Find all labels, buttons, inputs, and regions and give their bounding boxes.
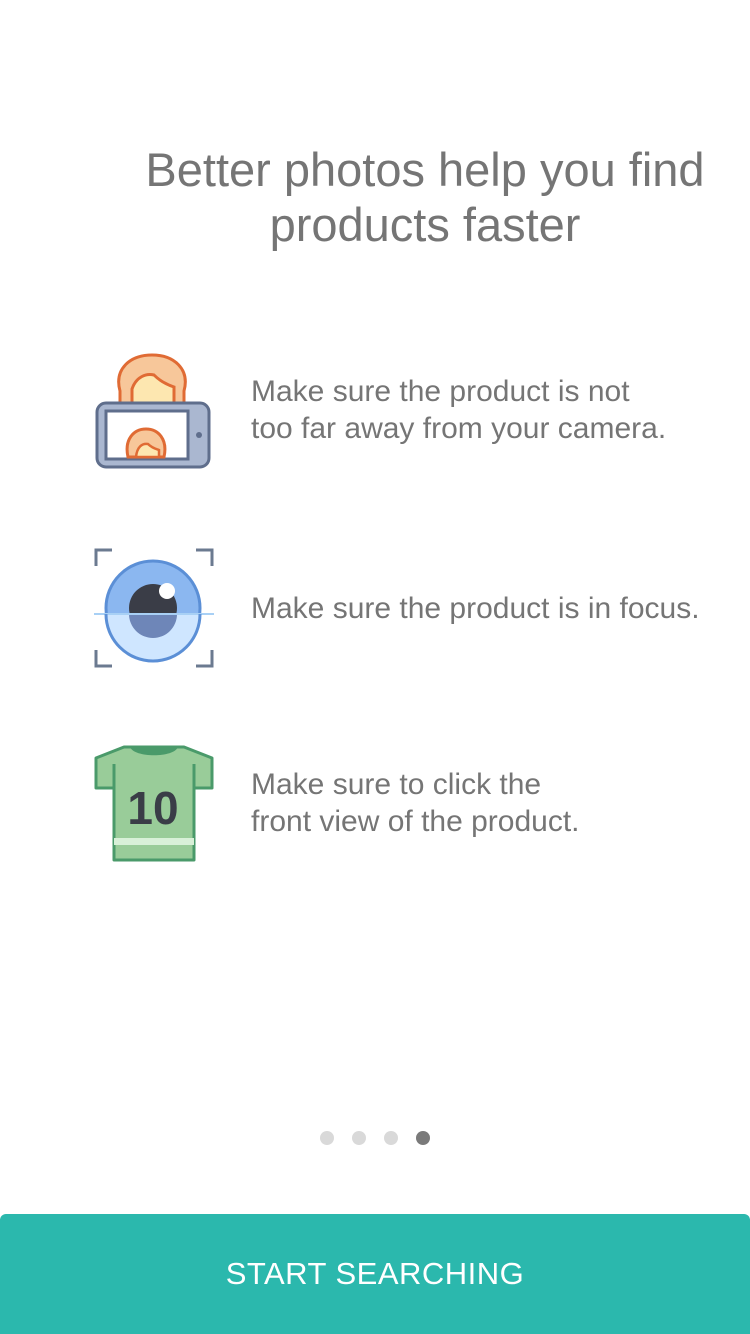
page-indicator <box>0 1131 750 1147</box>
tip-front-view-line-1: Make sure to click the <box>251 768 542 801</box>
page-dot-1[interactable] <box>320 1131 334 1145</box>
tip-focus-line-1: Make sure the product is in focus. <box>251 592 700 625</box>
title-line-1: Better photos help you find <box>145 143 705 196</box>
tip-distance-line-1: Make sure the product is not <box>251 375 630 408</box>
page-dot-3[interactable] <box>384 1131 398 1145</box>
shirt-number: 10 <box>127 782 178 834</box>
tip-distance-text: Make sure the product is not too far awa… <box>251 373 666 447</box>
tip-front-view-line-2: front view of the product. <box>251 805 580 838</box>
selfie-phone-icon <box>94 351 214 471</box>
page-dot-2[interactable] <box>352 1131 366 1145</box>
tip-front-view: 10 Make sure to click the front view of … <box>94 744 750 864</box>
tip-front-view-text: Make sure to click the front view of the… <box>251 766 580 840</box>
onboarding-screen: Better photos help you find products fas… <box>0 0 750 1334</box>
start-searching-button[interactable]: START SEARCHING <box>0 1214 750 1334</box>
tip-focus-text: Make sure the product is in focus. <box>251 590 700 627</box>
tip-focus: Make sure the product is in focus. <box>94 548 750 668</box>
tip-distance: Make sure the product is not too far awa… <box>94 351 750 471</box>
focus-eye-icon <box>94 548 214 668</box>
page-dot-4-active[interactable] <box>416 1131 430 1145</box>
title-line-2: products faster <box>269 198 581 251</box>
page-title: Better photos help you find products fas… <box>100 142 750 252</box>
jersey-shirt-icon: 10 <box>94 744 214 864</box>
tip-distance-line-2: too far away from your camera. <box>251 412 667 445</box>
